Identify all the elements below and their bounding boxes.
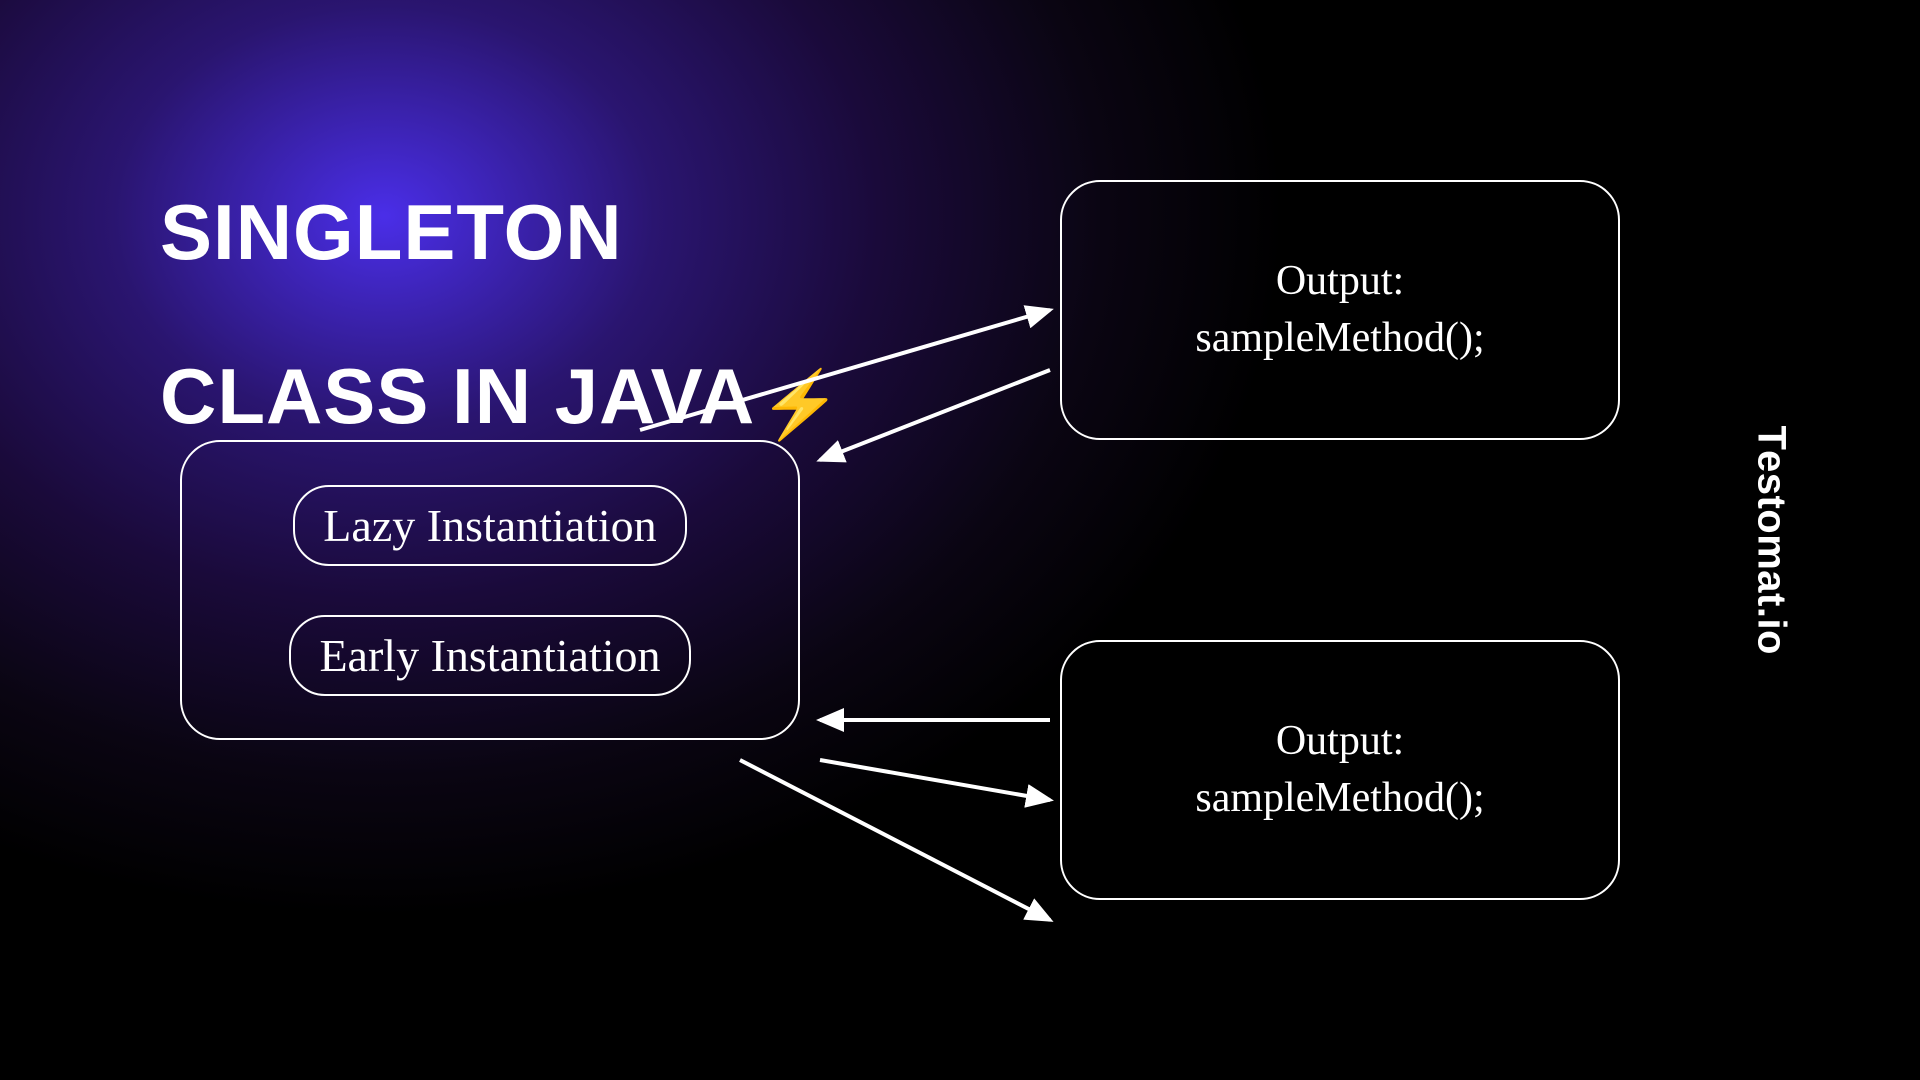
- output-box-bottom: Output: sampleMethod();: [1060, 640, 1620, 900]
- page-title: SINGLETON CLASS IN JAVA⚡: [160, 110, 842, 439]
- brand-logo: Testomat.io: [1749, 425, 1794, 655]
- brand-text: estomat.io: [1750, 450, 1794, 655]
- title-line-2: CLASS IN JAVA: [160, 352, 755, 440]
- lightning-icon: ⚡: [759, 370, 842, 439]
- output-top-line2: sampleMethod();: [1195, 310, 1484, 367]
- early-instantiation-pill: Early Instantiation: [289, 615, 690, 696]
- output-bottom-line1: Output:: [1276, 713, 1404, 770]
- title-line-1: SINGLETON: [160, 188, 623, 276]
- arrow-up-2: [820, 370, 1050, 460]
- arrow-down-3: [740, 760, 1050, 920]
- output-bottom-line2: sampleMethod();: [1195, 770, 1484, 827]
- arrow-down-2: [820, 760, 1050, 800]
- brand-prefix: T: [1749, 425, 1794, 450]
- lazy-instantiation-pill: Lazy Instantiation: [293, 485, 686, 566]
- output-top-line1: Output:: [1276, 253, 1404, 310]
- output-box-top: Output: sampleMethod();: [1060, 180, 1620, 440]
- instantiation-group: Lazy Instantiation Early Instantiation: [180, 440, 800, 740]
